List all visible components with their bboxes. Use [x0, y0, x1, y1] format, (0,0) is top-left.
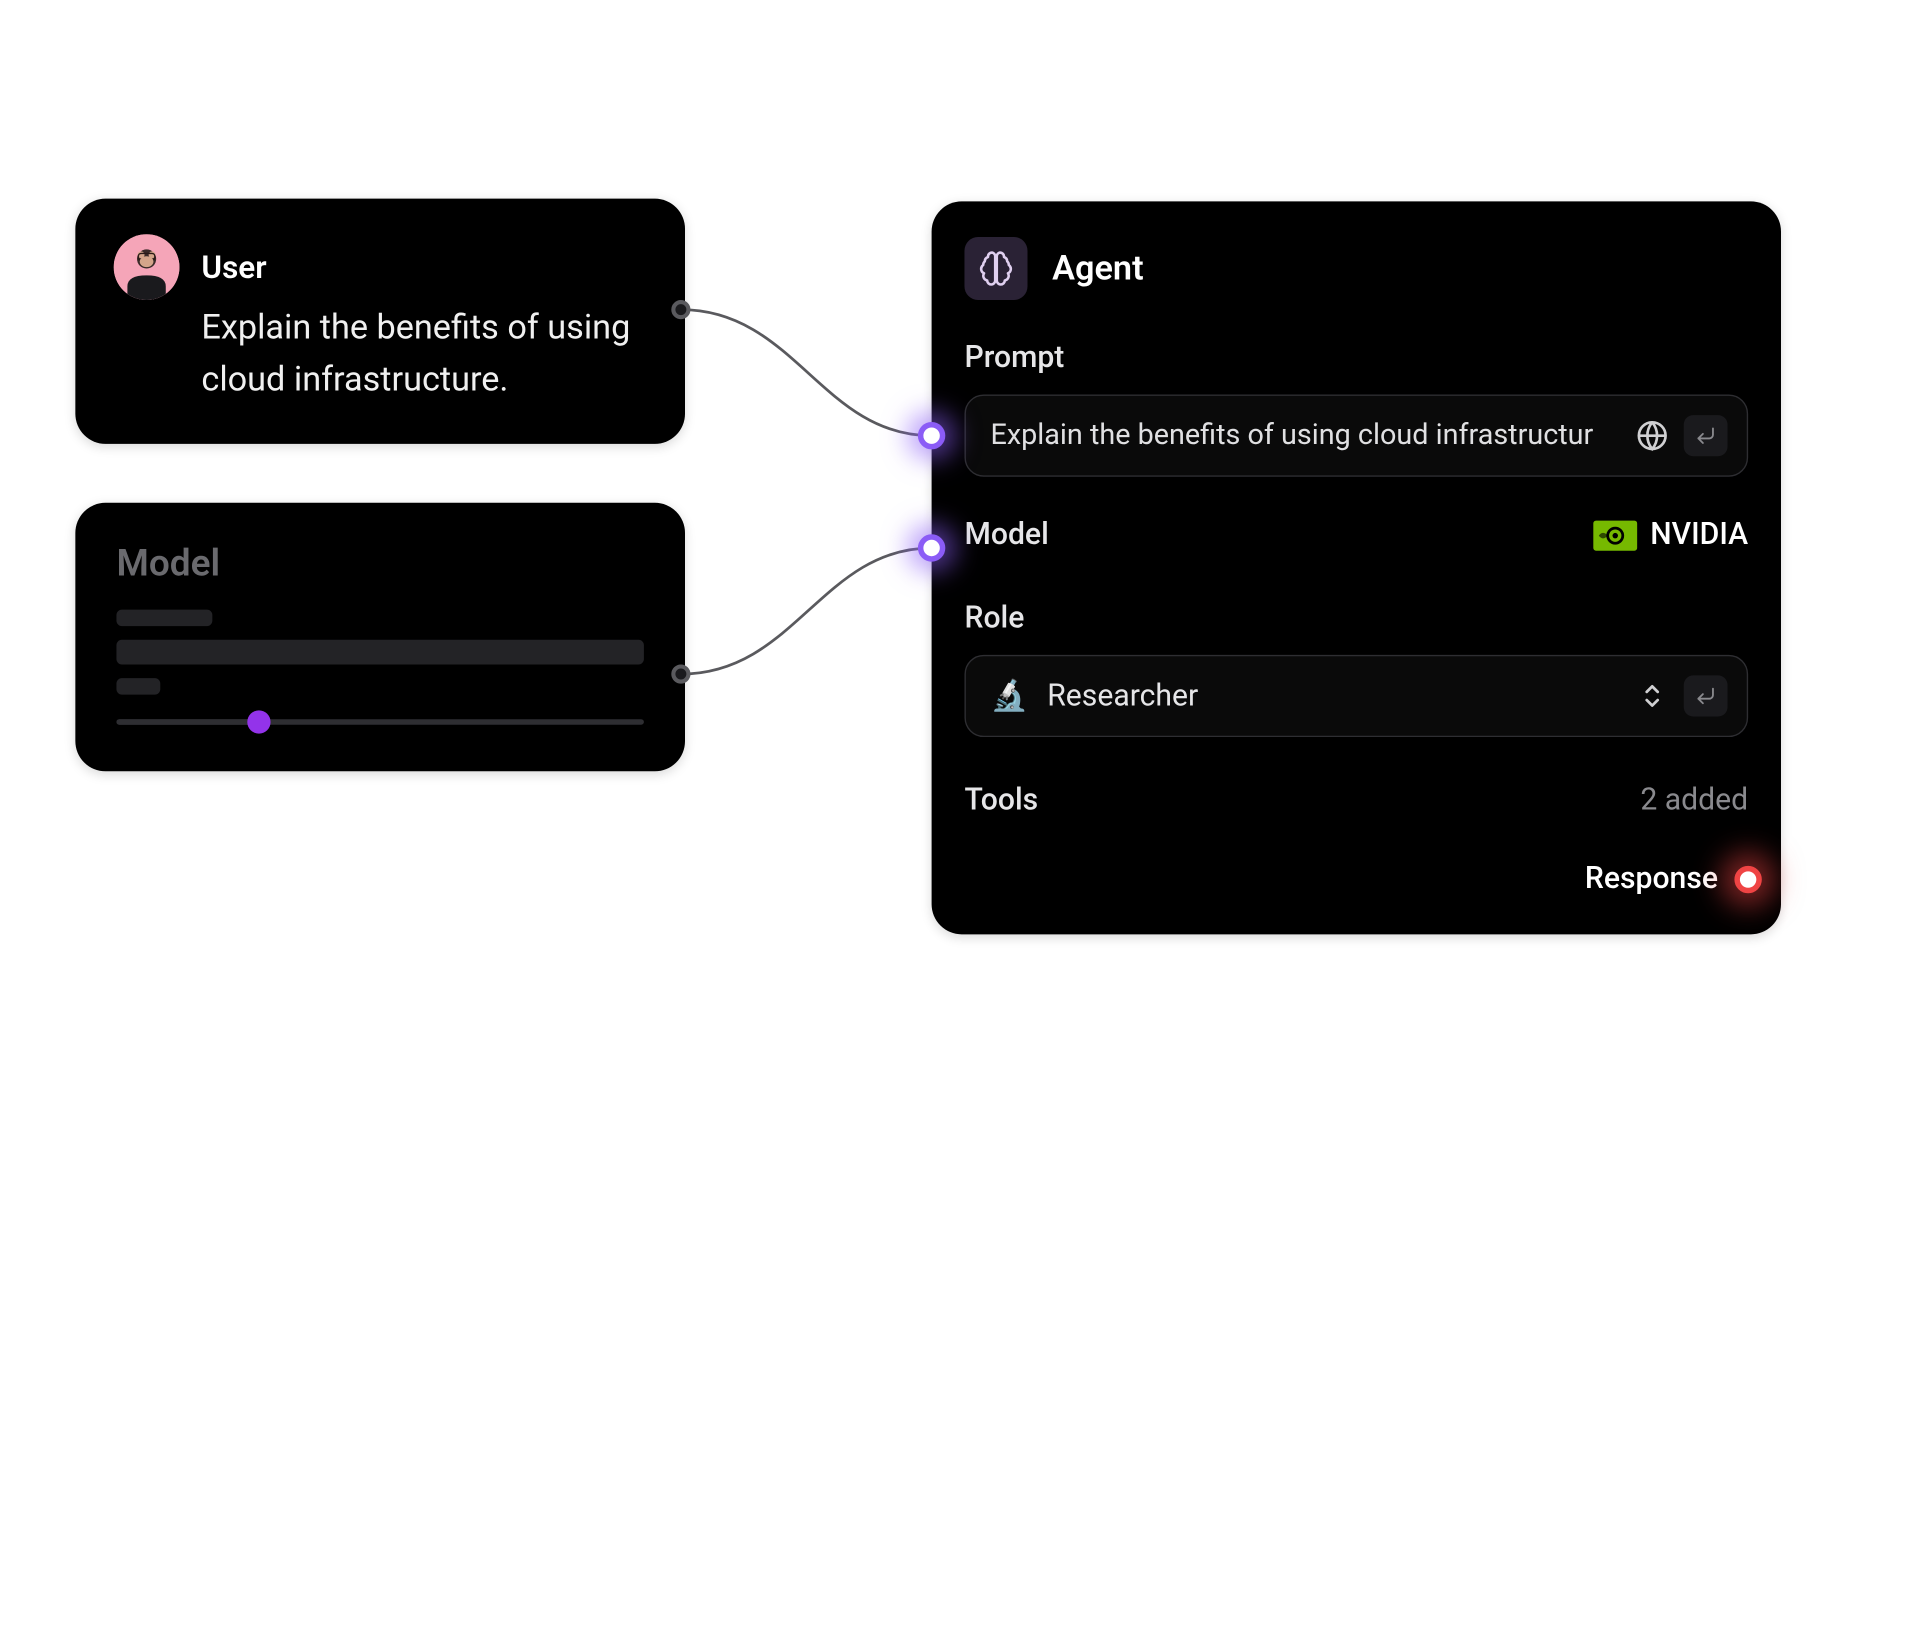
microscope-icon: 🔬 [991, 679, 1029, 713]
enter-button[interactable] [1684, 415, 1728, 456]
placeholder-label [116, 678, 160, 694]
placeholder-label [116, 610, 212, 626]
model-node[interactable]: Model [75, 503, 685, 772]
model-output-port[interactable] [671, 664, 690, 683]
model-slider[interactable] [116, 719, 643, 724]
prompt-input-port[interactable] [918, 422, 945, 449]
prompt-value: Explain the benefits of using cloud infr… [991, 419, 1621, 452]
agent-icon [964, 237, 1027, 300]
globe-icon [1634, 418, 1670, 454]
tools-label: Tools [964, 784, 1038, 818]
agent-node[interactable]: Agent Prompt Explain the benefits of usi… [932, 201, 1781, 934]
role-value: Researcher [1047, 679, 1620, 713]
model-provider-badge[interactable]: NVIDIA [1593, 518, 1748, 552]
model-input-port[interactable] [918, 534, 945, 561]
user-message: Explain the benefits of using cloud infr… [114, 303, 647, 406]
agent-title: Agent [1052, 249, 1143, 289]
nvidia-logo-icon [1593, 520, 1637, 550]
slider-thumb[interactable] [247, 710, 270, 733]
user-title: User [201, 249, 266, 286]
tools-count: 2 added [1640, 784, 1748, 818]
response-label: Response [1585, 862, 1718, 896]
prompt-label: Prompt [964, 341, 1748, 375]
role-select[interactable]: 🔬 Researcher [964, 655, 1748, 737]
chevron-up-down-icon [1640, 681, 1665, 711]
user-output-port[interactable] [671, 300, 690, 319]
user-node[interactable]: User Explain the benefits of using cloud… [75, 199, 685, 444]
placeholder-field [116, 640, 643, 665]
response-output-port[interactable] [1734, 865, 1761, 892]
prompt-input[interactable]: Explain the benefits of using cloud infr… [964, 395, 1748, 477]
model-label: Model [964, 518, 1048, 552]
model-provider-name: NVIDIA [1650, 518, 1748, 552]
enter-button[interactable] [1684, 675, 1728, 716]
user-avatar [114, 234, 180, 300]
model-title: Model [116, 541, 643, 585]
role-label: Role [964, 601, 1748, 635]
